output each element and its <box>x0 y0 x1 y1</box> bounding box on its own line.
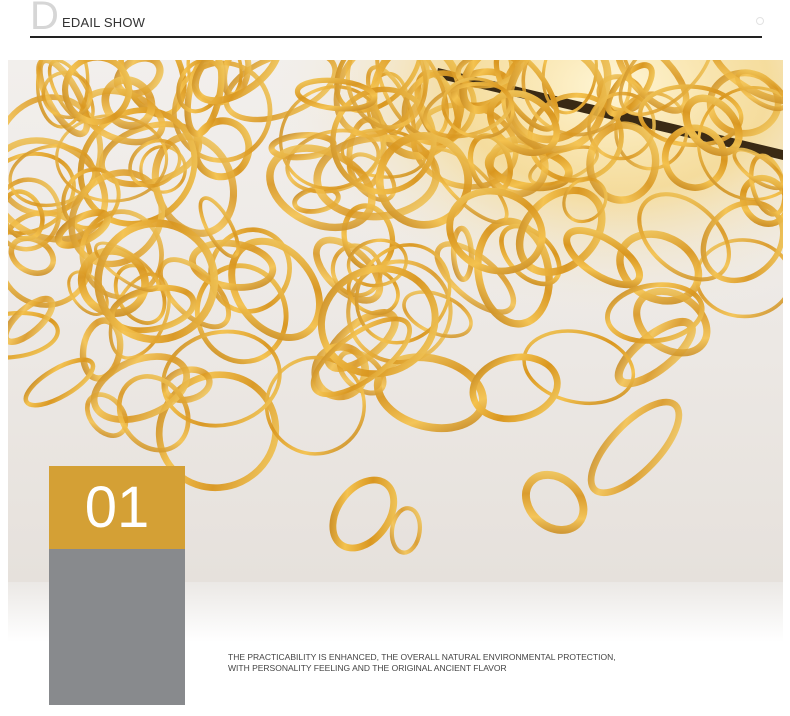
caption-line-2: WITH PERSONALITY FEELING AND THE ORIGINA… <box>228 663 507 673</box>
header-divider <box>30 36 762 38</box>
detail-number-badge: 01 <box>49 466 185 549</box>
detail-caption: THE PRACTICABILITY IS ENHANCED, THE OVER… <box>228 652 748 674</box>
header-title: EDAIL SHOW <box>62 15 146 30</box>
detail-number: 01 <box>84 475 150 540</box>
header-initial-letter: D <box>30 0 59 38</box>
caption-line-1: THE PRACTICABILITY IS ENHANCED, THE OVER… <box>228 652 616 662</box>
badge-gray-block <box>49 549 185 705</box>
section-header: D EDAIL SHOW <box>30 0 764 40</box>
header-dot-icon <box>756 17 764 25</box>
